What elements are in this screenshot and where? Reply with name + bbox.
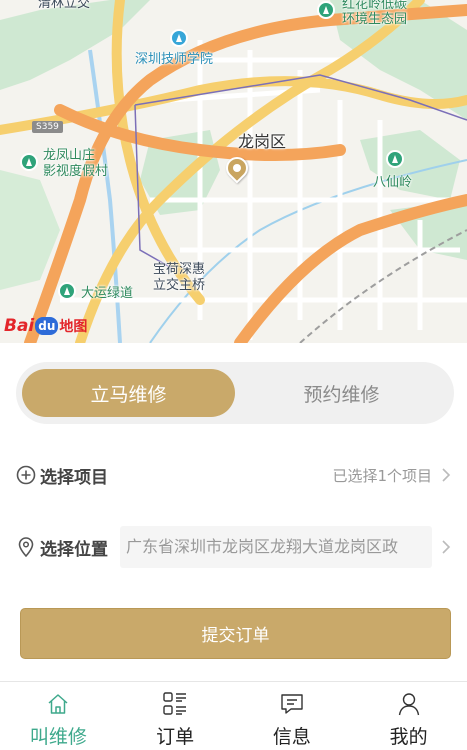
location-address-field[interactable]: 广东省深圳市龙岗区龙翔大道龙岗区政 [120,526,432,568]
instant-repair-tab[interactable]: 立马维修 [22,369,235,417]
chevron-right-icon [438,467,454,483]
tab-orders[interactable]: 订单 [117,682,234,750]
map-label-qinglin: 清林立交 [38,0,91,11]
tab-messages[interactable]: 信息 [234,682,351,750]
plus-circle-icon [16,465,36,485]
tab-call-repair[interactable]: 叫维修 [0,682,117,750]
park-icon [58,282,76,300]
map-label-baohe-2: 立交主桥 [153,278,206,293]
logo-bai: Bai [4,316,35,336]
select-project-row[interactable]: 选择项目 已选择1个项目 [16,453,454,497]
map-label-longfeng-2: 影视度假村 [43,164,109,179]
tab-label: 信息 [272,726,311,748]
map-label-longgang: 龙岗区 [238,132,287,151]
school-icon [170,29,188,47]
logo-ditu: 地图 [59,319,88,335]
logo-du: du [35,317,59,335]
select-location-row: 选择位置 广东省深圳市龙岗区龙翔大道龙岗区政 [16,525,454,569]
tab-label: 叫维修 [29,726,87,748]
home-icon [44,690,72,718]
submit-order-button[interactable]: 提交订单 [20,608,451,659]
order-list-icon [161,690,189,718]
map-label-technician: 深圳技师学院 [135,52,214,67]
user-icon [395,690,423,718]
tab-label: 我的 [389,726,428,748]
bottom-tab-bar: 叫维修 订单 信息 我的 [0,681,467,750]
park-icon [20,153,38,171]
map-label-baxianling: 八仙岭 [373,175,413,190]
message-icon [278,690,306,718]
map-label-baohe: 宝荷深惠 [153,262,206,277]
map-label-dayun: 大运绿道 [81,286,134,301]
park-icon [386,150,404,168]
chevron-right-icon[interactable] [438,539,454,555]
tab-mine[interactable]: 我的 [350,682,467,750]
road-shield: S359 [32,121,63,133]
map-label-honghualing: 红花岭低碳 [342,0,408,12]
select-project-label: 选择项目 [40,467,108,488]
map-label-honghualing-2: 环境生态园 [342,12,408,27]
tab-label: 订单 [156,726,195,748]
service-type-toggle: 立马维修 预约维修 [16,362,454,424]
map-label-longfeng: 龙凤山庄 [43,148,96,163]
selected-project-count: 已选择1个项目 [332,466,432,485]
baidu-map-logo: Bai du 地图 [4,312,87,340]
scheduled-repair-tab[interactable]: 预约维修 [235,369,448,417]
location-marker-icon [16,537,36,557]
park-icon [317,1,335,19]
map-view[interactable]: 清林立交 红花岭低碳 环境生态园 深圳技师学院 S359 龙岗区 龙凤山庄 影视… [0,0,467,343]
select-location-label: 选择位置 [40,539,108,560]
